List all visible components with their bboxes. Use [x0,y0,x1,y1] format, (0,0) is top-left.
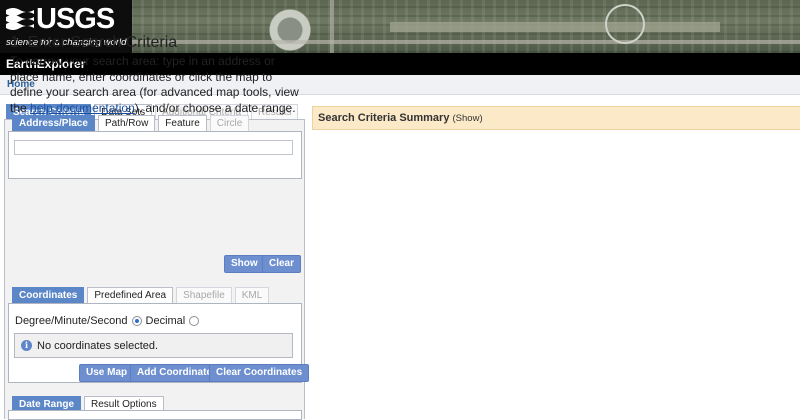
tab-circle[interactable]: Circle [209,115,250,132]
decimal-label: Decimal [145,315,186,327]
dms-label: Degree/Minute/Second [15,315,128,327]
usgs-wave-icon [6,8,34,30]
summary-title: Search Criteria Summary [318,112,450,124]
usgs-logo-text: USGS [36,3,115,35]
coordinate-tabs: Coordinates Predefined Area Shapefile KM… [12,287,270,304]
no-coordinates-message: No coordinates selected. [37,340,159,352]
address-panel [8,131,302,179]
search-instructions: To narrow your search area: type in an a… [10,54,302,116]
intro-text-end: ), and/or choose a date range. [134,100,296,115]
tab-feature[interactable]: Feature [158,115,207,132]
add-coordinate-button[interactable]: Add Coordinate [130,364,219,382]
clear-coordinates-button[interactable]: Clear Coordinates [209,364,310,382]
use-map-button[interactable]: Use Map [79,364,135,382]
help-documentation-link[interactable]: help documentation [30,101,135,115]
tab-path-row[interactable]: Path/Row [97,115,156,132]
tab-coordinates[interactable]: Coordinates [12,287,85,304]
info-icon: i [21,340,32,351]
search-heading: 1. Enter Search Criteria [10,34,178,51]
dms-radio[interactable] [131,316,142,326]
tab-predefined-area[interactable]: Predefined Area [87,287,174,304]
address-input[interactable] [14,140,293,155]
tab-shapefile[interactable]: Shapefile [176,287,232,304]
aerial-photo-banner [130,0,800,53]
tab-address-place[interactable]: Address/Place [12,115,95,132]
show-button[interactable]: Show [224,255,265,273]
clear-address-button[interactable]: Clear [262,255,302,273]
coordinates-info-box: i No coordinates selected. [14,333,293,358]
summary-title-line: Search Criteria Summary (Show) [318,112,483,124]
coordinate-format-options: Degree/Minute/Second Decimal [15,315,200,327]
decimal-radio[interactable] [189,316,200,326]
summary-show-toggle[interactable]: (Show) [453,113,483,124]
tab-kml[interactable]: KML [234,287,270,304]
date-range-panel [8,410,302,420]
search-criteria-summary: Search Criteria Summary (Show) [312,106,800,130]
address-tabs: Address/Place Path/Row Feature Circle [12,115,250,132]
